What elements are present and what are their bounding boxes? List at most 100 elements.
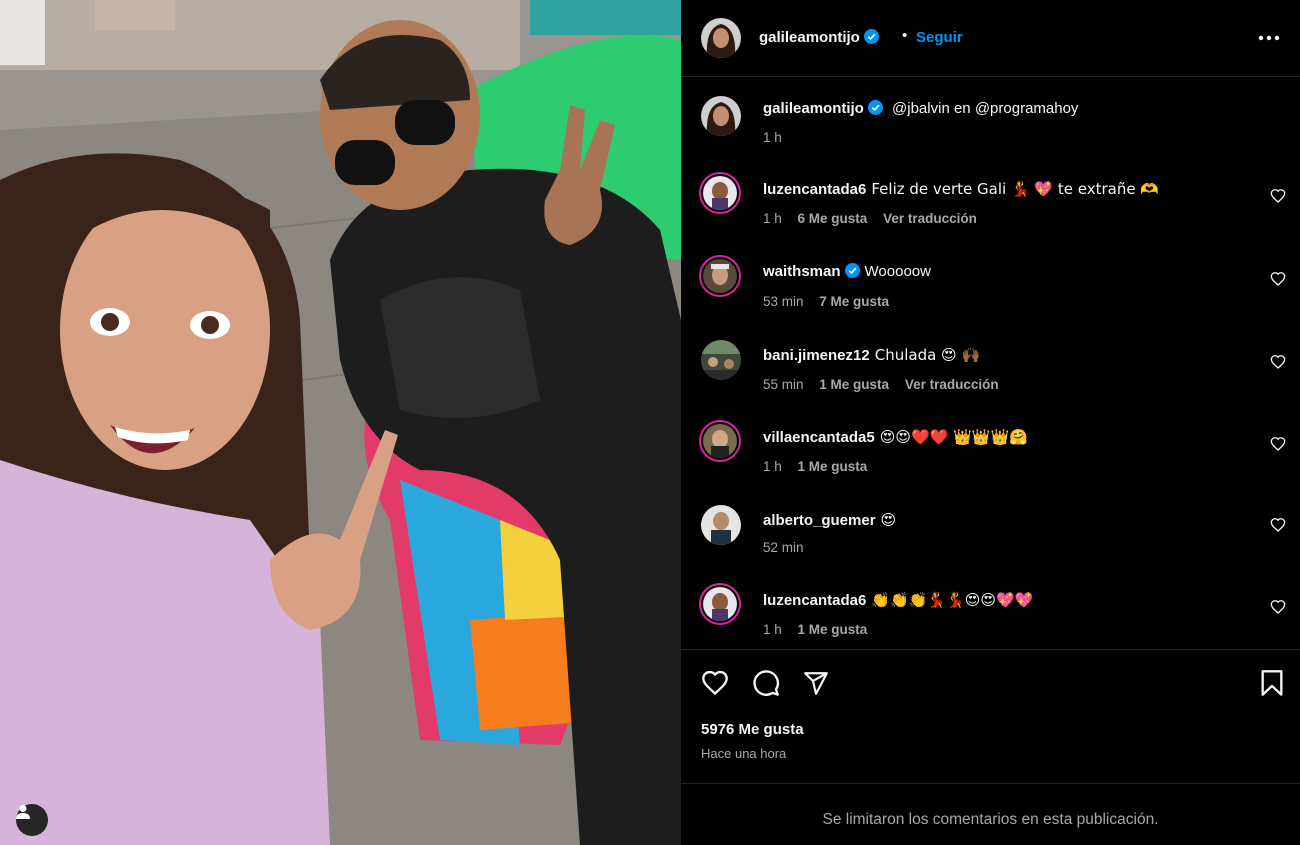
comment-avatar[interactable] <box>699 420 741 462</box>
caption-time[interactable]: 1 h <box>763 130 782 145</box>
mention-link[interactable]: @programahoy <box>975 100 1079 117</box>
comment-likes[interactable]: 1 Me gusta <box>819 377 889 392</box>
comment-meta: 1 h 1 Me gusta <box>763 459 879 474</box>
author-avatar[interactable] <box>701 18 741 58</box>
post-timestamp[interactable]: Hace una hora <box>701 746 786 761</box>
post-actions: 5976 Me gusta Hace una hora Se limitaron… <box>681 649 1300 845</box>
heart-icon <box>702 670 728 696</box>
comment-like-heart-icon[interactable] <box>1270 436 1286 452</box>
comment-text: Chulada 😍 🙌🏾 <box>874 346 981 364</box>
translate-button[interactable]: Ver traducción <box>883 211 977 226</box>
comment-row: waithsman Wooooow 53 min 7 Me gusta <box>681 255 1300 315</box>
comment-likes[interactable]: 6 Me gusta <box>798 211 868 226</box>
comment-avatar[interactable] <box>701 340 741 380</box>
comment-like-heart-icon[interactable] <box>1270 271 1286 287</box>
comment-text-line: luzencantada6 Feliz de verte Gali 💃 💖 te … <box>763 179 1159 200</box>
caption-word: en <box>953 100 971 117</box>
share-button[interactable] <box>801 668 831 698</box>
comment-time[interactable]: 53 min <box>763 294 804 309</box>
comment-text: 😍 <box>880 511 897 529</box>
comment-avatar[interactable] <box>701 505 741 545</box>
comment-time[interactable]: 1 h <box>763 622 782 637</box>
photo-illustration <box>0 0 681 845</box>
comment-username[interactable]: bani.jimenez12 <box>763 347 870 364</box>
author-username[interactable]: galileamontijo <box>759 29 879 46</box>
comment-avatar[interactable] <box>699 255 741 297</box>
bookmark-icon <box>1261 670 1283 696</box>
like-button[interactable] <box>700 668 730 698</box>
caption-meta: 1 h <box>763 130 794 145</box>
post-header: galileamontijo • Seguir <box>681 0 1300 77</box>
comment-text-line: alberto_guemer 😍 <box>763 510 896 531</box>
comment-like-heart-icon[interactable] <box>1270 599 1286 615</box>
comment-time[interactable]: 1 h <box>763 211 782 226</box>
post-photo[interactable] <box>0 0 681 845</box>
caption-author-avatar[interactable] <box>701 96 741 136</box>
comment-like-heart-icon[interactable] <box>1270 354 1286 370</box>
comments-limited-notice: Se limitaron los comentarios en esta pub… <box>681 783 1300 845</box>
comment-text: 😍😍❤️❤️ 👑👑👑🤗 <box>879 428 1028 446</box>
comment-avatar[interactable] <box>699 172 741 214</box>
comment-text: Wooooow <box>864 263 931 280</box>
comment-avatar-image <box>701 505 741 545</box>
comment-time[interactable]: 55 min <box>763 377 804 392</box>
comment-meta: 55 min 1 Me gusta Ver traducción <box>763 377 1011 392</box>
comment-row: luzencantada6 👏👏👏💃💃😍😍💖💖 1 h 1 Me gusta <box>681 583 1300 643</box>
comment-button[interactable] <box>751 668 781 698</box>
comment-username[interactable]: villaencantada5 <box>763 429 875 446</box>
comment-text-line: waithsman Wooooow <box>763 262 931 282</box>
author-avatar-image <box>701 18 741 58</box>
comment-username[interactable]: luzencantada6 <box>763 181 866 198</box>
user-tag-button[interactable] <box>16 804 48 836</box>
post-side-panel: galileamontijo • Seguir galileamontijo @… <box>681 0 1300 845</box>
comment-meta: 1 h 6 Me gusta Ver traducción <box>763 211 989 226</box>
comment-text-line: bani.jimenez12 Chulada 😍 🙌🏾 <box>763 345 980 366</box>
like-count[interactable]: 5976 Me gusta <box>701 721 804 738</box>
comment-likes[interactable]: 1 Me gusta <box>798 459 868 474</box>
comment-text: Feliz de verte Gali 💃 💖 te extrañe 🫶 <box>871 180 1160 198</box>
caption-username[interactable]: galileamontijo <box>763 100 883 117</box>
comment-icon <box>753 670 779 696</box>
more-options-icon <box>1258 35 1280 41</box>
comment-row: alberto_guemer 😍 52 min <box>681 503 1300 563</box>
comment-username[interactable]: luzencantada6 <box>763 592 866 609</box>
comment-meta: 52 min <box>763 540 816 555</box>
comment-row: luzencantada6 Feliz de verte Gali 💃 💖 te … <box>681 172 1300 232</box>
comment-likes[interactable]: 1 Me gusta <box>798 622 868 637</box>
comment-text-line: villaencantada5 😍😍❤️❤️ 👑👑👑🤗 <box>763 427 1028 448</box>
post-caption: galileamontijo @jbalvin en @programahoy … <box>681 96 1300 166</box>
comment-avatar[interactable] <box>699 583 741 625</box>
verified-badge-icon <box>863 29 879 44</box>
comment-meta: 1 h 1 Me gusta <box>763 622 879 637</box>
caption-author-avatar-image <box>701 96 741 136</box>
mention-link[interactable]: @jbalvin <box>892 100 950 117</box>
comment-meta: 53 min 7 Me gusta <box>763 294 901 309</box>
user-tag-icon <box>16 805 30 819</box>
comment-time[interactable]: 1 h <box>763 459 782 474</box>
comment-avatar-image <box>703 424 737 458</box>
comment-text-line: luzencantada6 👏👏👏💃💃😍😍💖💖 <box>763 590 1033 611</box>
verified-badge-icon <box>867 100 883 115</box>
comment-username[interactable]: alberto_guemer <box>763 512 876 529</box>
comment-row: bani.jimenez12 Chulada 😍 🙌🏾 55 min 1 Me g… <box>681 338 1300 398</box>
comment-likes[interactable]: 7 Me gusta <box>819 294 889 309</box>
comment-avatar-image <box>703 587 737 621</box>
caption-text: galileamontijo @jbalvin en @programahoy <box>763 99 1078 119</box>
header-separator: • <box>902 27 908 44</box>
save-button[interactable] <box>1257 668 1287 698</box>
translate-button[interactable]: Ver traducción <box>905 377 999 392</box>
verified-badge-icon <box>844 263 860 278</box>
comment-username[interactable]: waithsman <box>763 263 860 280</box>
share-icon <box>804 672 828 695</box>
comment-text: 👏👏👏💃💃😍😍💖💖 <box>871 591 1034 609</box>
follow-button[interactable]: Seguir <box>916 29 963 46</box>
comment-like-heart-icon[interactable] <box>1270 517 1286 533</box>
comments-list[interactable]: galileamontijo @jbalvin en @programahoy … <box>681 78 1300 649</box>
comment-avatar-image <box>701 340 741 380</box>
more-options-button[interactable] <box>1255 26 1283 50</box>
comment-time[interactable]: 52 min <box>763 540 804 555</box>
comment-like-heart-icon[interactable] <box>1270 188 1286 204</box>
comment-avatar-image <box>703 176 737 210</box>
comment-avatar-image <box>703 259 737 293</box>
comment-row: villaencantada5 😍😍❤️❤️ 👑👑👑🤗 1 h 1 Me gust… <box>681 420 1300 480</box>
